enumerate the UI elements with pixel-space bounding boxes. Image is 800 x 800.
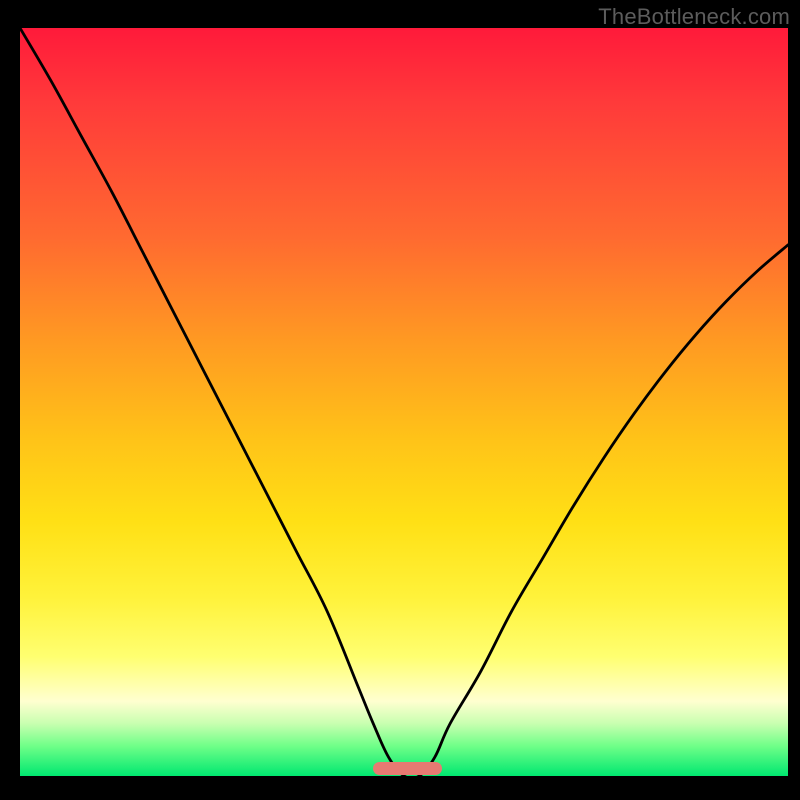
bottleneck-curve [20, 28, 788, 776]
minimum-marker [373, 762, 442, 775]
chart-frame: TheBottleneck.com [0, 0, 800, 800]
plot-area [20, 28, 788, 776]
watermark-text: TheBottleneck.com [598, 4, 790, 30]
